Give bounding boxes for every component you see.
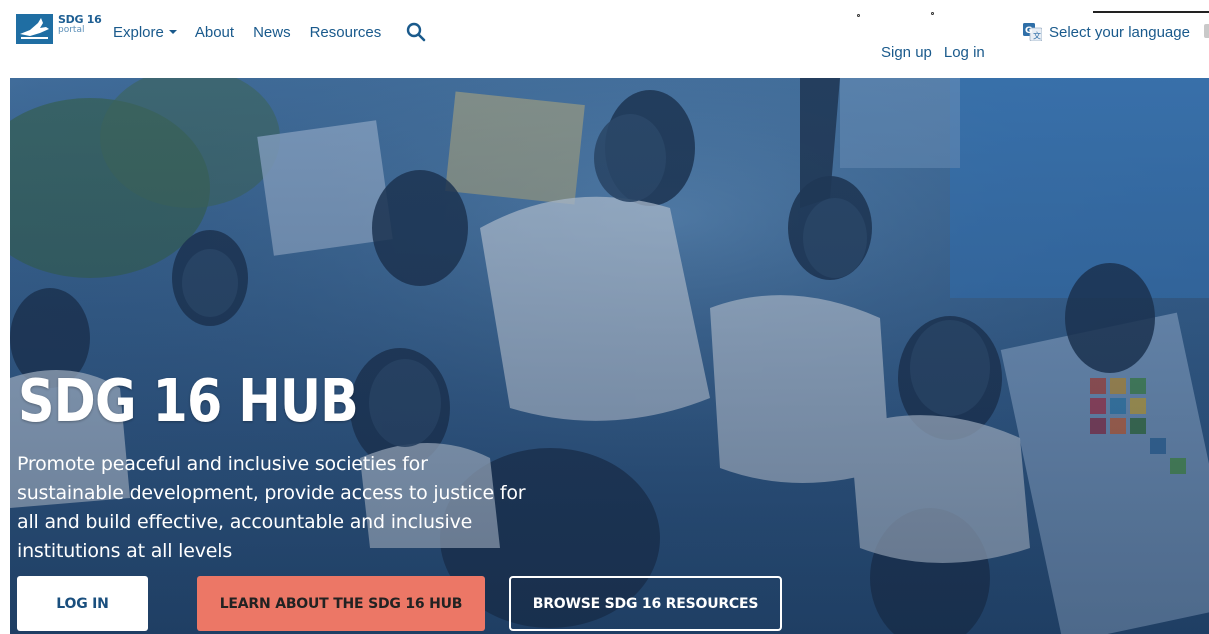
decorative-dots [857,12,937,20]
logo-title: SDG 16 [58,13,102,26]
login-button[interactable]: LOG IN [17,576,148,631]
hero-title: SDG 16 HUB [18,366,359,435]
site-logo[interactable]: SDG 16 portal [16,13,102,44]
dot-icon [931,12,934,15]
language-label: Select your language [1049,23,1190,41]
dove-icon [16,14,53,44]
nav-news[interactable]: News [253,24,291,41]
search-icon[interactable] [406,22,426,42]
logo-subtitle: portal [58,25,85,35]
login-link[interactable]: Log in [944,44,985,61]
browse-resources-button[interactable]: BROWSE SDG 16 RESOURCES [509,576,782,631]
signup-link[interactable]: Sign up [881,44,932,61]
language-divider [1093,11,1209,13]
dot-icon [857,14,860,17]
learn-about-hub-button[interactable]: LEARN ABOUT THE SDG 16 HUB [197,576,485,631]
main-nav: Explore About News Resources [113,22,426,42]
svg-text:G: G [1025,26,1032,36]
nav-about[interactable]: About [195,24,234,41]
hero-description: Promote peaceful and inclusive societies… [17,453,526,562]
nav-resources[interactable]: Resources [310,24,382,41]
nav-explore-label: Explore [113,23,164,41]
hero-banner: SDG 16 HUB Promote peaceful and inclusiv… [10,78,1209,634]
caret-down-icon [168,29,177,34]
nav-explore[interactable]: Explore [113,24,177,41]
site-header: SDG 16 portal Explore About News Resourc… [0,0,1209,78]
auth-links: Sign up Log in [881,44,997,61]
language-selector[interactable]: G 文 Select your language [1023,23,1190,42]
svg-text:文: 文 [1033,31,1041,41]
google-translate-icon: G 文 [1023,23,1043,42]
language-dropdown-edge [1204,24,1209,38]
